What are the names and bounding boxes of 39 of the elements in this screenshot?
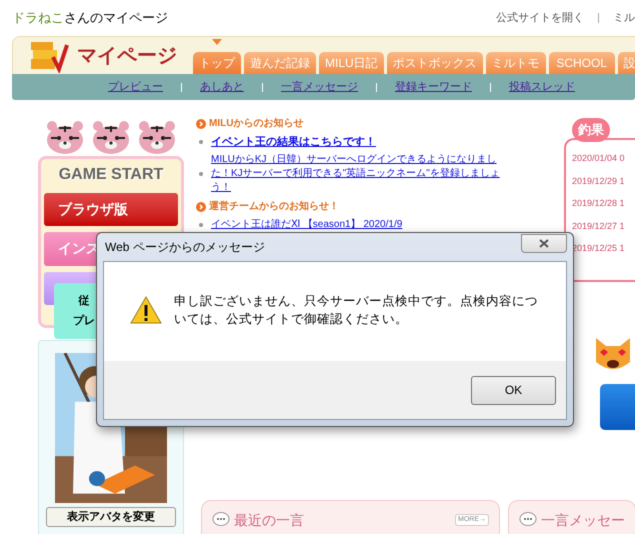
header-link[interactable]: ミル	[613, 10, 635, 26]
close-button[interactable]	[521, 234, 567, 252]
chevron-icon	[196, 118, 206, 128]
news-link[interactable]: MILUからKJ（日韓）サーバーへログインできるようになりました！KJサーバーで利用できる"英語ニックネーム"を登録しましょう！	[211, 153, 516, 195]
change-avatar-button[interactable]: 表示アバタを変更	[46, 507, 176, 527]
header-link[interactable]: 公式サイトを開く	[496, 10, 584, 26]
speech-bubble-icon	[519, 511, 537, 529]
sub-nav-link[interactable]: あしあと	[200, 78, 244, 96]
sub-nav-link[interactable]: 一言メッセージ	[281, 78, 358, 96]
catch-entry: 2019/12/29 1	[572, 174, 626, 188]
news-heading: MILUからのお知らせ	[209, 116, 304, 131]
user-name: ドラねこ	[12, 9, 64, 28]
sub-nav-link[interactable]: 投稿スレッド	[509, 78, 575, 96]
close-icon	[539, 238, 549, 248]
catch-entry: 2019/12/25 1	[572, 242, 626, 255]
dialog-message: 申し訳ございません、只今サーバー点検中です。点検内容については、公式サイトで御確認ください。	[174, 293, 539, 328]
selected-marker-icon	[212, 39, 222, 45]
nav-tab[interactable]: トップ	[193, 52, 241, 74]
logo-title: マイページ	[77, 44, 177, 68]
card-title: 最近の一言	[234, 510, 304, 530]
page-title: さんのマイページ	[64, 9, 168, 28]
game-start-title: GAME START	[58, 165, 164, 185]
catch-entry: 2019/12/27 1	[572, 220, 626, 232]
news-heading: 運営チームからのお知らせ！	[209, 200, 339, 214]
dialog-title: Web ページからのメッセージ	[104, 239, 265, 256]
ok-button[interactable]: OK	[471, 376, 556, 404]
sub-nav-link[interactable]: プレビュー	[108, 78, 163, 96]
news-link[interactable]: イベント王は誰だⅪ 【season1】 2020/1/9	[211, 218, 402, 232]
catch-entry: 2020/01/04 0	[572, 152, 626, 165]
chevron-icon	[196, 202, 206, 212]
catch-entry: 2019/12/28 1	[572, 197, 626, 210]
speech-bubble-icon	[212, 511, 230, 529]
game-launch-button[interactable]: ブラウザ版	[44, 193, 178, 226]
warning-icon	[130, 296, 162, 324]
tooltip-text: プレ	[73, 314, 95, 329]
tooltip-text: 従	[78, 294, 90, 308]
card-title: 一言メッセー	[541, 510, 625, 530]
news-link[interactable]: イベント王の結果はこちらです！	[211, 135, 376, 149]
sub-nav-link[interactable]: 登録キーワード	[395, 78, 472, 96]
